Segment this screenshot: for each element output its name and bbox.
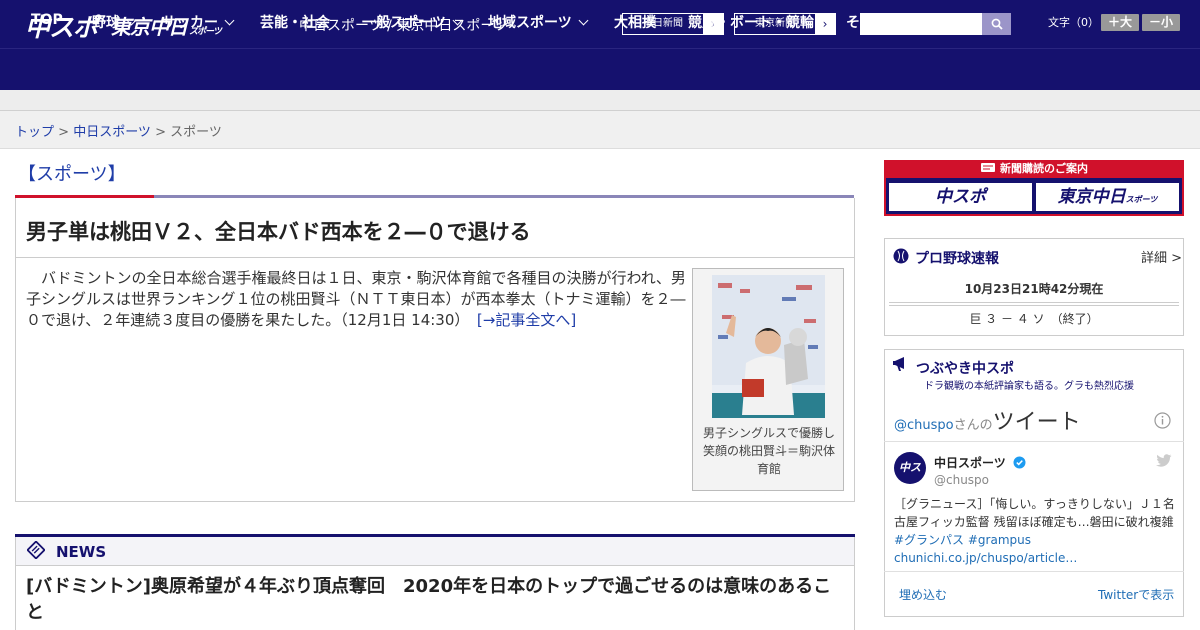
baseball-time: 10月23日21時42分現在 xyxy=(964,282,1104,296)
nav-other[interactable]: その他 xyxy=(846,12,905,32)
nav-top-label: TOP xyxy=(31,12,63,28)
read-more-link[interactable]: [→記事全文へ] xyxy=(477,311,576,329)
nav-racing[interactable]: 競馬・ボート・競輪 xyxy=(688,12,814,32)
tweet-body: ［グラニュース］「悔しい。すっきりしない」Ｊ１名古屋フィッカ監督 残留ほぼ確定も… xyxy=(894,495,1176,567)
news-icon xyxy=(27,541,45,559)
nav-local-sports-label: 地域スポーツ xyxy=(488,15,572,31)
article-photo-box: 男子シングルスで優勝し笑顔の桃田賢斗＝駒沢体育館 xyxy=(692,268,844,491)
baseball-score[interactable]: 巨 ３ － ４ ソ （終了） xyxy=(884,310,1184,327)
tweet-embed-link[interactable]: 埋め込む xyxy=(899,586,947,603)
font-smaller-button[interactable]: －小 xyxy=(1142,14,1180,31)
breadcrumb-current: スポーツ xyxy=(170,125,222,140)
nav-soccer-label: サッカー xyxy=(162,15,218,31)
chevron-down-icon xyxy=(894,15,905,26)
nav-entertainment[interactable]: 芸能・社会 xyxy=(260,12,330,32)
breadcrumb-separator: > xyxy=(150,125,171,140)
nav-entertainment-label: 芸能・社会 xyxy=(260,15,330,31)
breadcrumb-chunichi-sports[interactable]: 中日スポーツ xyxy=(73,125,151,140)
divider xyxy=(889,305,1179,306)
header-spacer xyxy=(0,90,1200,111)
baseball-detail-link[interactable]: 詳細 > xyxy=(1141,247,1182,266)
nav-general-sports[interactable]: 一般スポーツ xyxy=(362,12,463,32)
search-icon xyxy=(991,18,1003,30)
tweet-link[interactable]: chunichi.co.jp/chuspo/article… xyxy=(894,551,1077,565)
breadcrumb: トップ > 中日スポーツ > スポーツ xyxy=(15,121,222,140)
megaphone-icon xyxy=(893,357,904,371)
divider xyxy=(884,441,1184,442)
section-title: 【スポーツ】 xyxy=(18,164,126,185)
verified-icon xyxy=(1013,456,1026,469)
divider xyxy=(16,257,854,258)
ad-tokyo-sub: スポーツ xyxy=(1125,195,1158,204)
photo-image xyxy=(712,275,825,418)
nav-other-label: その他 xyxy=(846,15,888,31)
news-headline[interactable]: [バドミントン]奥原希望が４年ぶり頂点奪回 2020年を日本のトップで過ごせるの… xyxy=(26,574,846,626)
tweet-author-name-text: 中日スポーツ xyxy=(934,456,1006,470)
baseball-icon xyxy=(893,248,909,264)
tweet-author-name[interactable]: 中日スポーツ xyxy=(934,454,1026,471)
twitter-bird-icon[interactable] xyxy=(1156,454,1172,468)
chevron-down-icon xyxy=(126,15,137,26)
ad-tokyo-text: 東京中日 xyxy=(1057,187,1126,207)
nav-racing-label: 競馬・ボート・競輪 xyxy=(688,15,814,31)
nav-soccer[interactable]: サッカー xyxy=(162,12,235,32)
nav-local-sports[interactable]: 地域スポーツ xyxy=(488,12,589,32)
chevron-down-icon xyxy=(224,15,235,26)
ad-title-text: 新聞購読のご案内 xyxy=(1000,162,1088,175)
font-size-label: 文字（0） xyxy=(1048,16,1099,29)
tweet-hashtags[interactable]: #グランパス #grampus xyxy=(894,533,1031,547)
nav-general-sports-label: 一般スポーツ xyxy=(362,15,446,31)
ad-title: 新聞購読のご案内 xyxy=(884,160,1184,178)
tweet-heading-word: ツイート xyxy=(992,410,1081,435)
article-lead: バドミントンの全日本総合選手権最終日は１日、東京・駒沢体育館で各種目の決勝が行わ… xyxy=(26,268,686,331)
tweet-account-link[interactable]: @chuspo xyxy=(894,418,954,433)
baseball-title: プロ野球速報 xyxy=(915,251,999,267)
newspaper-icon xyxy=(981,163,995,172)
font-larger-button[interactable]: ＋大 xyxy=(1101,14,1139,31)
avatar[interactable]: 中スポ xyxy=(894,452,926,506)
tweet-author-handle[interactable]: @chuspo xyxy=(934,473,989,487)
tweet-text: ［グラニュース］「悔しい。すっきりしない」Ｊ１名古屋フィッカ監督 残留ほぼ確定も… xyxy=(894,497,1175,529)
ad-tokyo-button[interactable]: 東京中日スポーツ xyxy=(1036,183,1179,211)
news-label: NEWS xyxy=(56,543,107,561)
tweet-san-text: さんの xyxy=(953,418,993,433)
nav-top[interactable]: TOP xyxy=(31,12,63,28)
ad-chuspo-button[interactable]: 中スポ xyxy=(889,183,1032,211)
chevron-right-icon: › xyxy=(815,14,835,34)
nav-baseball-label: 野球 xyxy=(92,15,120,31)
photo-caption: 男子シングルスで優勝し笑顔の桃田賢斗＝駒沢体育館 xyxy=(702,426,835,476)
breadcrumb-top[interactable]: トップ xyxy=(15,125,54,140)
breadcrumb-separator: > xyxy=(54,125,74,140)
news-header xyxy=(15,537,855,565)
article-photo[interactable] xyxy=(712,275,825,418)
nav-baseball[interactable]: 野球 xyxy=(92,12,137,32)
tweet-section-title: つぶやき中スポ xyxy=(916,361,1014,377)
divider xyxy=(889,302,1179,303)
main-nav xyxy=(0,48,1200,90)
search-button[interactable] xyxy=(982,13,1011,35)
divider xyxy=(884,571,1184,572)
info-icon[interactable] xyxy=(1154,412,1171,429)
nav-sumo-label: 大相撲 xyxy=(614,15,656,31)
tweet-view-on-twitter-link[interactable]: Twitterで表示 xyxy=(1098,586,1174,603)
tweet-section-subtitle: ドラ観戦の本紙評論家も語る。グラも熱烈応援 xyxy=(924,381,1134,392)
tweet-timeline-heading: @chuspoさんのツイート xyxy=(894,404,1081,436)
nav-sumo[interactable]: 大相撲 xyxy=(614,12,656,32)
chevron-down-icon xyxy=(452,15,463,26)
article-lead-text: バドミントンの全日本総合選手権最終日は１日、東京・駒沢体育館で各種目の決勝が行わ… xyxy=(26,269,686,329)
chevron-down-icon xyxy=(578,15,589,26)
article-headline[interactable]: 男子単は桃田Ｖ２、全日本バド西本を２―０で退ける xyxy=(26,216,531,246)
